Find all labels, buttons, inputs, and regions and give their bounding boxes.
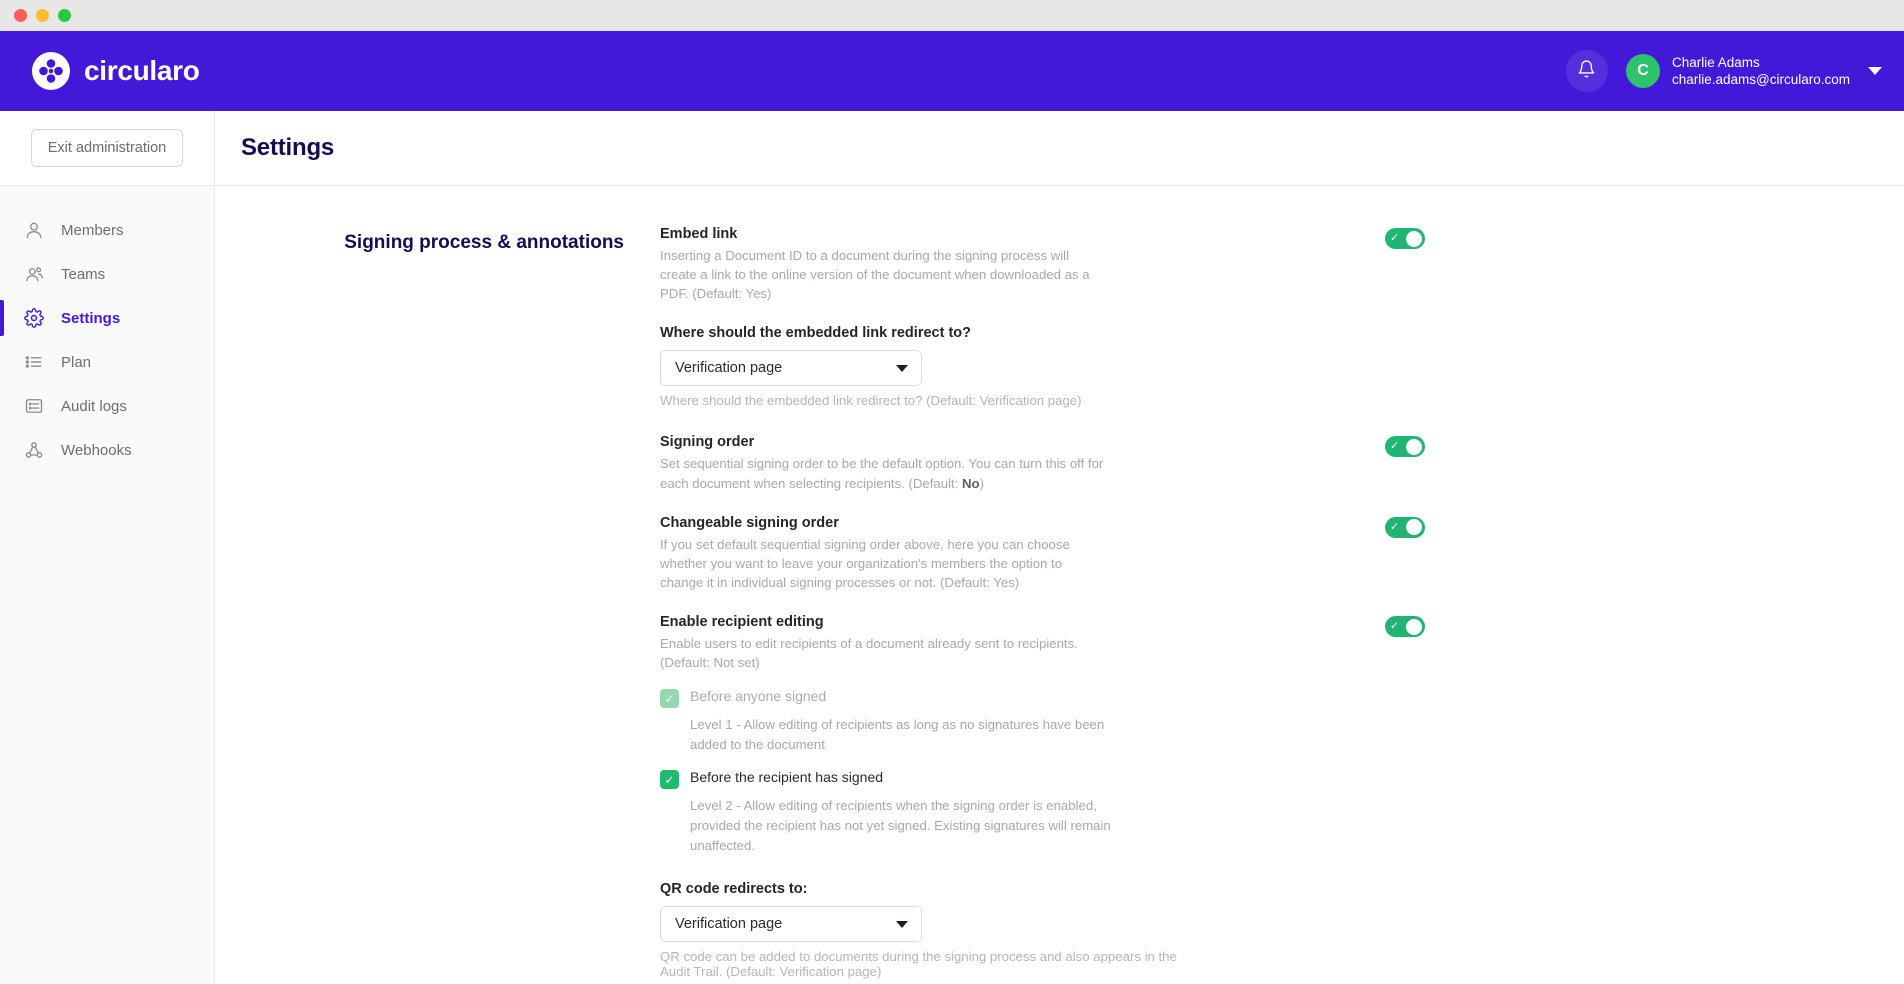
setting-description: If you set default sequential signing or…	[660, 536, 1070, 590]
sidebar-item-settings[interactable]: Settings	[0, 296, 214, 340]
user-email: charlie.adams@circularo.com	[1671, 72, 1850, 87]
setting-title: Enable recipient editing	[660, 614, 824, 631]
exit-administration-button[interactable]: Exit administration	[30, 129, 184, 167]
app-body: Exit administration Members Teams Settin…	[0, 111, 1904, 984]
close-window-button[interactable]	[14, 9, 27, 22]
brand-name: circularo	[84, 55, 200, 86]
field-help: Where should the embedded link redirect …	[660, 393, 1082, 409]
qr-redirect-select[interactable]: Verification page	[660, 906, 922, 943]
sidebar-header: Exit administration	[0, 111, 214, 186]
check-icon: ✓	[1390, 520, 1400, 533]
page-header: Settings	[215, 111, 1904, 186]
gear-icon	[24, 308, 44, 328]
brand-logo[interactable]: circularo	[32, 52, 200, 90]
check-icon: ✓	[1390, 440, 1400, 453]
notifications-button[interactable]	[1565, 50, 1608, 92]
sidebar-item-label: Plan	[61, 353, 92, 371]
circularo-logo-icon	[32, 52, 70, 90]
sidebar-item-plan[interactable]: Plan	[0, 340, 214, 384]
before-recipient-has-signed-checkbox[interactable]: ✓	[660, 770, 679, 789]
setting-title: Changeable signing order	[660, 514, 839, 531]
minimize-window-button[interactable]	[36, 9, 49, 22]
recipient-editing-option-level1: ✓ Before anyone signed Level 1 - Allow e…	[660, 688, 1190, 755]
sidebar-item-members[interactable]: Members	[0, 208, 214, 252]
header-actions: C Charlie Adams charlie.adams@circularo.…	[1565, 50, 1882, 92]
setting-qr-redirect: QR code redirects to: Verification page …	[660, 881, 1190, 979]
check-icon: ✓	[1390, 620, 1400, 633]
setting-embed-redirect: Where should the embedded link redirect …	[660, 325, 1190, 408]
before-anyone-signed-checkbox[interactable]: ✓	[660, 689, 679, 709]
user-name: Charlie Adams	[1671, 54, 1760, 70]
sidebar-item-label: Webhooks	[61, 441, 132, 459]
signing-order-toggle[interactable]: ✓	[1385, 436, 1425, 458]
checkbox-row[interactable]: ✓ Before the recipient has signed	[660, 769, 1190, 789]
chevron-down-icon	[1868, 67, 1882, 75]
sidebar-item-audit-logs[interactable]: Audit logs	[0, 384, 214, 428]
changeable-signing-order-toggle[interactable]: ✓	[1385, 516, 1425, 538]
sidebar-item-label: Teams	[61, 265, 106, 283]
webhook-icon	[24, 440, 44, 460]
desc-part-1: Set sequential signing order to be the d…	[660, 456, 1104, 491]
desc-default-value: No	[962, 475, 980, 491]
checkbox-description: Level 2 - Allow editing of recipients wh…	[690, 798, 1111, 853]
chevron-down-icon	[896, 920, 908, 928]
list-icon	[24, 352, 44, 372]
toggle-knob	[1406, 618, 1422, 635]
checkbox-row[interactable]: ✓ Before anyone signed	[660, 688, 1190, 709]
embed-link-toggle[interactable]: ✓	[1385, 228, 1425, 249]
setting-description: Set sequential signing order to be the d…	[660, 454, 1108, 492]
checkbox-label: Before anyone signed	[690, 688, 827, 705]
main-area: Settings Signing process & annotations E…	[215, 111, 1904, 984]
recipient-editing-toggle[interactable]: ✓	[1385, 616, 1425, 638]
checkbox-label: Before the recipient has signed	[690, 769, 884, 785]
toggle-knob	[1406, 230, 1422, 247]
recipient-editing-option-level2: ✓ Before the recipient has signed Level …	[660, 769, 1190, 855]
checkbox-description: Level 1 - Allow editing of recipients as…	[690, 717, 1105, 753]
setting-description: Inserting a Document ID to a document du…	[660, 248, 1090, 302]
user-menu[interactable]: C Charlie Adams charlie.adams@circularo.…	[1625, 54, 1882, 89]
sidebar-item-label: Settings	[61, 309, 121, 327]
document-list-icon	[24, 396, 44, 416]
sidebar-item-teams[interactable]: Teams	[0, 252, 214, 296]
check-icon: ✓	[1390, 232, 1400, 244]
user-icon	[24, 220, 44, 240]
toggle-knob	[1406, 438, 1422, 455]
user-info: Charlie Adams charlie.adams@circularo.co…	[1672, 54, 1850, 89]
settings-list: Embed link Inserting a Document ID to a …	[660, 226, 1425, 984]
settings-content: Signing process & annotations Embed link…	[215, 186, 1904, 984]
section-heading: Signing process & annotations	[344, 232, 624, 253]
desc-part-2: )	[979, 475, 985, 491]
sidebar: Exit administration Members Teams Settin…	[0, 111, 215, 984]
sidebar-item-label: Audit logs	[61, 397, 127, 415]
sidebar-item-label: Members	[61, 221, 124, 239]
embed-redirect-select[interactable]: Verification page	[660, 350, 922, 387]
setting-description: Enable users to edit recipients of a doc…	[660, 636, 1078, 671]
window-titlebar	[0, 0, 1904, 31]
field-help: QR code can be added to documents during…	[660, 949, 1177, 980]
maximize-window-button[interactable]	[58, 9, 71, 22]
setting-title: Signing order	[660, 434, 755, 451]
bell-icon	[1577, 59, 1596, 84]
setting-embed-link: Embed link Inserting a Document ID to a …	[660, 226, 1425, 303]
setting-signing-order: Signing order Set sequential signing ord…	[660, 434, 1425, 492]
page-title: Settings	[241, 134, 335, 161]
setting-changeable-signing-order: Changeable signing order If you set defa…	[660, 514, 1425, 592]
setting-title: Embed link	[660, 226, 738, 242]
select-value: Verification page	[675, 916, 783, 933]
sidebar-item-webhooks[interactable]: Webhooks	[0, 428, 214, 472]
app-header: circularo C Charlie Adams charlie.adams@…	[0, 31, 1904, 111]
field-label: Where should the embedded link redirect …	[660, 325, 971, 342]
users-icon	[24, 264, 44, 284]
setting-recipient-editing: Enable recipient editing Enable users to…	[660, 614, 1425, 672]
select-value: Verification page	[675, 360, 783, 377]
avatar: C	[1625, 54, 1660, 88]
sidebar-nav: Members Teams Settings Plan Audit logs W…	[0, 186, 214, 472]
field-label: QR code redirects to:	[660, 881, 808, 898]
toggle-knob	[1406, 519, 1422, 536]
chevron-down-icon	[896, 364, 908, 372]
